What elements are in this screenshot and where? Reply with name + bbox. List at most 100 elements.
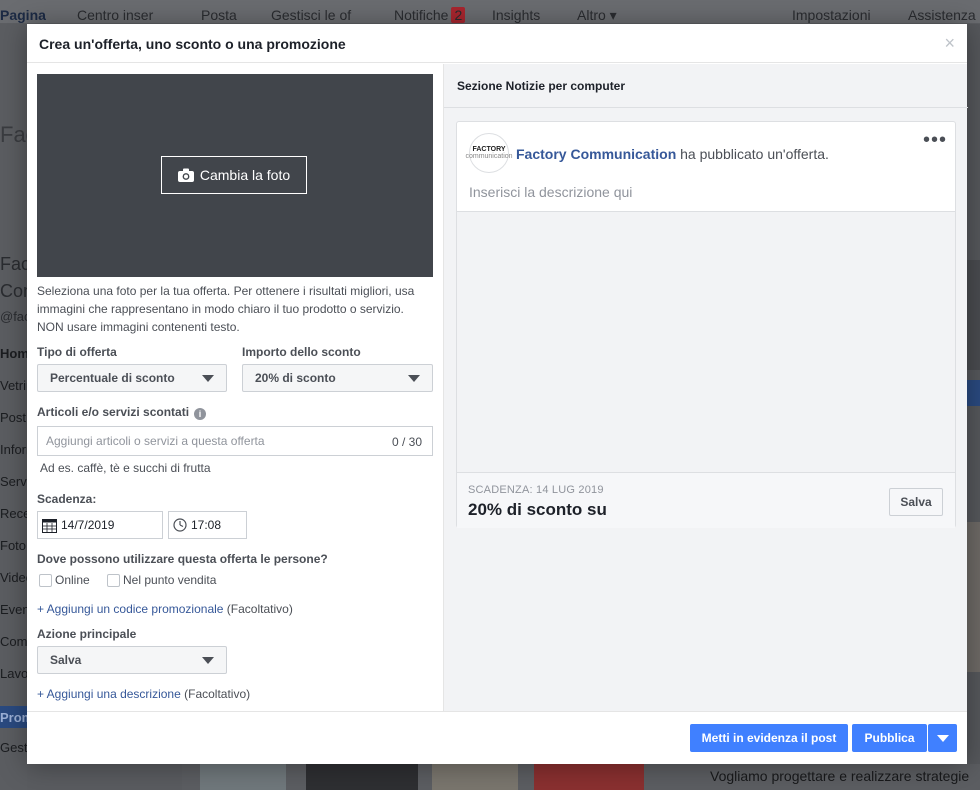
bg-notification-badge: 2 — [451, 7, 466, 23]
bg-photo-thumbnail — [967, 522, 980, 672]
expiry-time-value: 17:08 — [191, 518, 222, 532]
where-label: Dove possono utilizzare questa offerta l… — [37, 552, 328, 566]
chevron-down-icon — [202, 656, 214, 664]
items-label-text: Articoli e/o servizi scontati — [37, 405, 190, 419]
post-image-placeholder — [457, 212, 955, 472]
avatar-logo-line2: communication — [465, 153, 513, 160]
in-store-checkbox-box[interactable] — [107, 573, 120, 587]
main-action-select[interactable]: Salva — [37, 646, 227, 674]
preview-section-title: Sezione Notizie per computer — [457, 79, 626, 93]
bg-item-servizi: Servi — [0, 474, 27, 489]
offer-photo-area: Cambia la foto — [37, 74, 433, 277]
camera-icon — [177, 168, 194, 182]
bg-item-gestisci: Gesti — [0, 740, 27, 755]
bg-handle: @fact — [0, 309, 27, 324]
bg-logo-fragment: Fact — [0, 122, 27, 147]
bg-item-foto: Foto — [0, 538, 27, 553]
bg-nav-altro: Altro ▾ — [577, 7, 617, 23]
page-avatar: FACTORY communication — [465, 133, 513, 173]
offer-post-preview: FACTORY communication Factory Communicat… — [456, 121, 956, 528]
add-description-link[interactable]: + Aggiungi una descrizione — [37, 687, 181, 701]
bg-page-name-1: Fact — [0, 254, 27, 274]
create-offer-dialog: Crea un'offerta, uno sconto o una promoz… — [27, 24, 968, 764]
offer-title: 20% di sconto su — [468, 500, 607, 519]
post-preview-panel: Sezione Notizie per computer FACTORY com… — [443, 64, 968, 711]
bg-feed-thumb-3 — [432, 764, 518, 790]
post-offer-footer: SCADENZA: 14 LUG 2019 20% di sconto su S… — [457, 472, 955, 528]
boost-post-button[interactable]: Metti in evidenza il post — [690, 724, 848, 752]
offer-type-label: Tipo di offerta — [37, 345, 117, 359]
add-promo-code-link[interactable]: + Aggiungi un codice promozionale — [37, 602, 223, 616]
items-label: Articoli e/o servizi scontati i — [37, 405, 207, 420]
post-header: FACTORY communication Factory Communicat… — [457, 122, 955, 212]
more-options-icon[interactable]: ••• — [923, 130, 947, 150]
bg-nav-posta: Posta — [201, 7, 237, 23]
main-action-label: Azione principale — [37, 627, 137, 641]
items-placeholder: Aggiungi articoli o servizi a questa off… — [46, 434, 265, 448]
items-input[interactable]: Aggiungi articoli o servizi a questa off… — [37, 426, 433, 456]
bg-nav-assistenza: Assistenza — [908, 7, 976, 23]
save-offer-button[interactable]: Salva — [889, 488, 943, 516]
expiry-date-value: 14/7/2019 — [61, 518, 115, 532]
bg-feed-thumb-1 — [200, 764, 286, 790]
change-photo-button[interactable]: Cambia la foto — [161, 156, 307, 194]
bg-nav-pagina: Pagina — [0, 7, 46, 23]
items-hint: Ad es. caffè, tè e succhi di frutta — [40, 461, 211, 475]
publish-options-button[interactable] — [928, 724, 957, 752]
expiry-time-field[interactable]: 17:08 — [168, 511, 247, 539]
bg-item-post: Post — [0, 410, 27, 425]
info-icon[interactable]: i — [194, 408, 207, 420]
post-headline-rest: ha pubblicato un'offerta. — [676, 146, 829, 162]
chevron-down-icon — [408, 374, 420, 382]
discount-amount-select[interactable]: 20% di sconto — [242, 364, 433, 392]
online-checkbox[interactable]: Online — [39, 573, 90, 587]
post-headline: Factory Communication ha pubblicato un'o… — [516, 146, 829, 162]
page-name-link[interactable]: Factory Communication — [516, 146, 676, 162]
clock-icon — [173, 518, 187, 532]
calendar-icon — [42, 518, 57, 533]
publish-button[interactable]: Pubblica — [852, 724, 927, 752]
bg-item-recensioni: Rece — [0, 506, 27, 521]
promo-code-row: + Aggiungi un codice promozionale (Facol… — [37, 602, 293, 616]
main-action-value: Salva — [50, 653, 82, 667]
bg-blue-button — [967, 380, 980, 406]
in-store-checkbox[interactable]: Nel punto vendita — [107, 573, 216, 587]
bg-nav-insights: Insights — [492, 7, 541, 23]
offer-expiry: SCADENZA: 14 LUG 2019 — [468, 484, 604, 496]
dialog-footer: Metti in evidenza il post Pubblica — [27, 711, 967, 764]
photo-help-text: Seleziona una foto per la tua offerta. P… — [37, 284, 415, 334]
preview-divider — [444, 107, 968, 108]
bg-nav-notifiche: Notifiche 2 — [394, 7, 466, 23]
dialog-title: Crea un'offerta, uno sconto o una promoz… — [39, 36, 346, 52]
change-photo-label: Cambia la foto — [199, 167, 291, 183]
bg-item-eventi: Even — [0, 602, 27, 617]
bg-feed-text: Vogliamo progettare e realizzare strateg… — [710, 768, 970, 784]
background-right-strip — [967, 24, 980, 790]
bg-nav-centro: Centro inser — [77, 7, 154, 23]
bg-feed-thumb-4 — [534, 764, 644, 790]
description-optional: (Facoltativo) — [180, 687, 251, 701]
bg-item-info: Inform — [0, 442, 27, 457]
close-icon[interactable]: × — [944, 34, 955, 52]
bg-item-home: Home — [0, 346, 27, 361]
offer-form: Cambia la foto Seleziona una foto per la… — [27, 64, 443, 711]
in-store-checkbox-label: Nel punto vendita — [123, 573, 217, 587]
items-char-counter: 0 / 30 — [391, 435, 422, 449]
expiry-date-field[interactable]: 14/7/2019 — [37, 511, 163, 539]
chevron-down-icon — [202, 374, 214, 382]
description-placeholder[interactable]: Inserisci la descrizione qui — [469, 184, 632, 200]
discount-amount-label: Importo dello sconto — [242, 345, 361, 359]
bg-video-thumbnail — [967, 260, 980, 370]
online-checkbox-box[interactable] — [39, 573, 52, 587]
dialog-header: Crea un'offerta, uno sconto o una promoz… — [27, 24, 967, 63]
bg-item-promuovi: Prom — [0, 710, 27, 725]
bg-item-video: Video — [0, 570, 27, 585]
offer-type-value: Percentuale di sconto — [50, 371, 175, 385]
online-checkbox-label: Online — [55, 573, 90, 587]
description-row: + Aggiungi una descrizione (Facoltativo) — [37, 687, 250, 701]
bg-feed-thumb-2 — [306, 764, 418, 790]
offer-type-select[interactable]: Percentuale di sconto — [37, 364, 227, 392]
avatar-logo-line1: FACTORY — [472, 146, 506, 153]
bg-item-lavoro: Lavor — [0, 666, 27, 681]
discount-amount-value: 20% di sconto — [255, 371, 336, 385]
